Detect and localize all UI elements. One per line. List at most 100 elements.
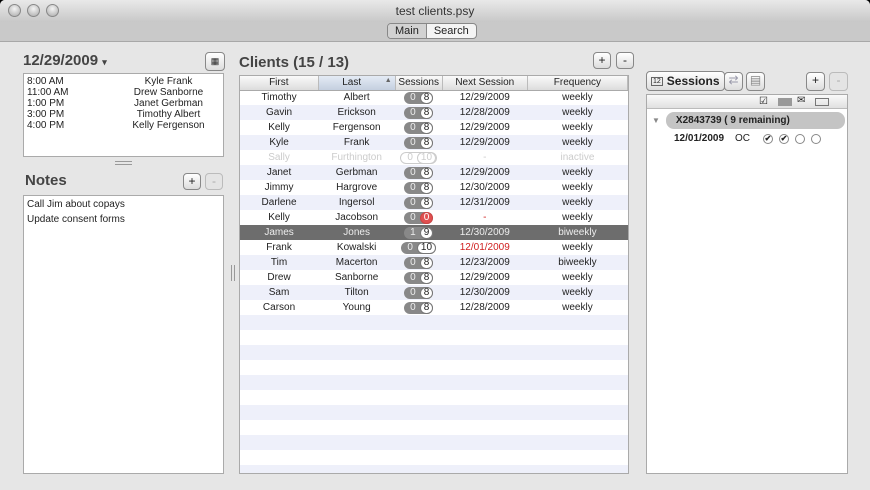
- split-handle[interactable]: [115, 161, 132, 165]
- minimize-button[interactable]: [27, 4, 40, 17]
- sessions-used: 0: [407, 152, 413, 163]
- appointment-item[interactable]: 1:00 PM Janet Gerbman: [24, 98, 223, 109]
- sessions-cell: 08: [395, 285, 443, 300]
- attended-column-icon[interactable]: ☑: [759, 96, 768, 107]
- sessions-pill: 0 10: [401, 241, 437, 254]
- client-row[interactable]: Gavin Erickson 08 12/28/2009 weekly: [240, 105, 628, 120]
- add-client-button[interactable]: +: [593, 52, 611, 69]
- document-icon[interactable]: ▤: [746, 72, 765, 91]
- calendar-icon: 12: [651, 76, 663, 86]
- sessions-cell: 08: [395, 270, 442, 285]
- sessions-used: 0: [407, 242, 413, 253]
- appointment-item[interactable]: 11:00 AM Drew Sanborne: [24, 87, 223, 98]
- session-group[interactable]: ▼ X2843739 ( 9 remaining): [647, 112, 847, 129]
- first-name: Kelly: [268, 122, 290, 133]
- remove-note-button[interactable]: -: [205, 173, 223, 190]
- tab-main[interactable]: Main: [388, 24, 427, 38]
- client-row[interactable]: Darlene Ingersol 08 12/31/2009 weekly: [240, 195, 628, 210]
- disclosure-triangle-icon[interactable]: ▼: [652, 116, 660, 125]
- remove-client-button[interactable]: -: [616, 52, 634, 69]
- next-session: 12/01/2009: [459, 242, 510, 253]
- appointment-item[interactable]: 8:00 AM Kyle Frank: [24, 76, 223, 87]
- client-row[interactable]: Kelly Fergenson 08 12/29/2009 weekly: [240, 120, 628, 135]
- column-header-next-session[interactable]: Next Session: [442, 76, 528, 91]
- first-name: Sally: [268, 152, 290, 163]
- empty-row: [240, 390, 628, 405]
- client-row[interactable]: Janet Gerbman 08 12/29/2009 weekly: [240, 165, 628, 180]
- sessions-cell: 08: [395, 135, 443, 150]
- billed-column-icon[interactable]: ✉: [797, 95, 805, 106]
- last-name: Furthington: [331, 152, 382, 163]
- empty-row: [240, 315, 628, 330]
- next-session: 12/23/2009: [442, 255, 528, 270]
- appointment-client: Timothy Albert: [136, 109, 201, 120]
- column-header-frequency[interactable]: Frequency: [527, 76, 628, 91]
- notes-list: Call Jim about copays Update consent for…: [23, 195, 224, 474]
- first-name: Janet: [240, 165, 319, 180]
- empty-row: [240, 435, 628, 450]
- sessions-tab[interactable]: 12 Sessions: [646, 71, 725, 91]
- close-button[interactable]: [8, 4, 21, 17]
- checked-circle-icon[interactable]: ✔: [779, 133, 789, 144]
- client-row[interactable]: Sally Furthington 0 10 - inactive: [240, 150, 628, 165]
- view-switcher: Main Search: [387, 23, 477, 39]
- sessions-remaining: 10: [416, 151, 437, 164]
- column-header-last[interactable]: Last ▲: [318, 76, 396, 91]
- add-session-button[interactable]: +: [806, 72, 825, 91]
- schedule-date[interactable]: 12/29/2009 ▾: [23, 52, 107, 69]
- zoom-button[interactable]: [46, 4, 59, 17]
- next-session: 12/30/2009: [442, 225, 528, 240]
- client-row[interactable]: Kelly Jacobson 00 - weekly: [240, 210, 628, 225]
- session-code: OC: [735, 133, 750, 144]
- insurance-column-icon[interactable]: [815, 98, 829, 106]
- sessions-cell: 0 10: [395, 240, 442, 255]
- tab-search[interactable]: Search: [427, 24, 476, 38]
- client-row[interactable]: Frank Kowalski 0 10 12/01/2009 weekly: [240, 240, 628, 255]
- checked-circle-icon[interactable]: ✔: [763, 133, 773, 144]
- sessions-remaining: 8: [419, 121, 434, 134]
- last-name: Jones: [318, 225, 396, 240]
- session-item[interactable]: 12/01/2009 OC ✔ ✔: [674, 133, 847, 144]
- first-name: Carson: [262, 302, 296, 313]
- sessions-remaining: 0: [419, 211, 434, 224]
- sessions-used: 1: [410, 227, 416, 238]
- next-session: 12/30/2009: [442, 285, 528, 300]
- client-row[interactable]: Kyle Frank 08 12/29/2009 weekly: [240, 135, 628, 150]
- frequency: biweekly: [527, 255, 628, 270]
- sessions-used: 0: [410, 272, 416, 283]
- first-name: James: [240, 225, 319, 240]
- date-dropdown-icon[interactable]: ▾: [102, 57, 107, 67]
- sessions-pill: 08: [404, 166, 434, 179]
- unchecked-circle-icon[interactable]: [795, 133, 805, 144]
- column-header-first[interactable]: First: [240, 76, 319, 91]
- sync-icon[interactable]: ⇄: [724, 72, 743, 91]
- client-row[interactable]: Tim Macerton 08 12/23/2009 biweekly: [240, 255, 628, 270]
- clients-table: First Last ▲ Sessions Next Session Freque…: [239, 75, 629, 474]
- sessions-pill: 08: [404, 121, 434, 134]
- empty-row: [240, 375, 628, 390]
- client-row[interactable]: James Jones 19 12/30/2009 biweekly: [240, 225, 628, 240]
- appointment-item[interactable]: 4:00 PM Kelly Fergenson: [24, 120, 223, 131]
- sessions-cell: 08: [395, 120, 442, 135]
- sessions-used: 0: [410, 287, 416, 298]
- client-row[interactable]: Sam Tilton 08 12/30/2009 weekly: [240, 285, 628, 300]
- unchecked-circle-icon[interactable]: [811, 133, 821, 144]
- paid-column-icon[interactable]: [778, 98, 792, 106]
- note-item[interactable]: Update consent forms: [24, 213, 223, 228]
- note-item[interactable]: Call Jim about copays: [24, 196, 223, 213]
- sessions-pill: 19: [404, 226, 434, 239]
- appointment-time: 4:00 PM: [27, 120, 65, 131]
- client-row[interactable]: Jimmy Hargrove 08 12/30/2009 weekly: [240, 180, 628, 195]
- client-row[interactable]: Timothy Albert 08 12/29/2009 weekly: [240, 90, 628, 105]
- sessions-cell: 08: [395, 180, 442, 195]
- appointment-item[interactable]: 3:00 PM Timothy Albert: [24, 109, 223, 120]
- calendar-icon[interactable]: ▦: [205, 52, 225, 71]
- add-note-button[interactable]: +: [183, 173, 201, 190]
- remove-session-button[interactable]: -: [829, 72, 848, 91]
- client-row[interactable]: Drew Sanborne 08 12/29/2009 weekly: [240, 270, 628, 285]
- client-row[interactable]: Carson Young 08 12/28/2009 weekly: [240, 300, 628, 315]
- sessions-cell: 08: [395, 165, 443, 180]
- column-header-sessions[interactable]: Sessions: [395, 76, 443, 91]
- empty-row: [240, 330, 628, 345]
- column-resize-handle[interactable]: [231, 265, 235, 281]
